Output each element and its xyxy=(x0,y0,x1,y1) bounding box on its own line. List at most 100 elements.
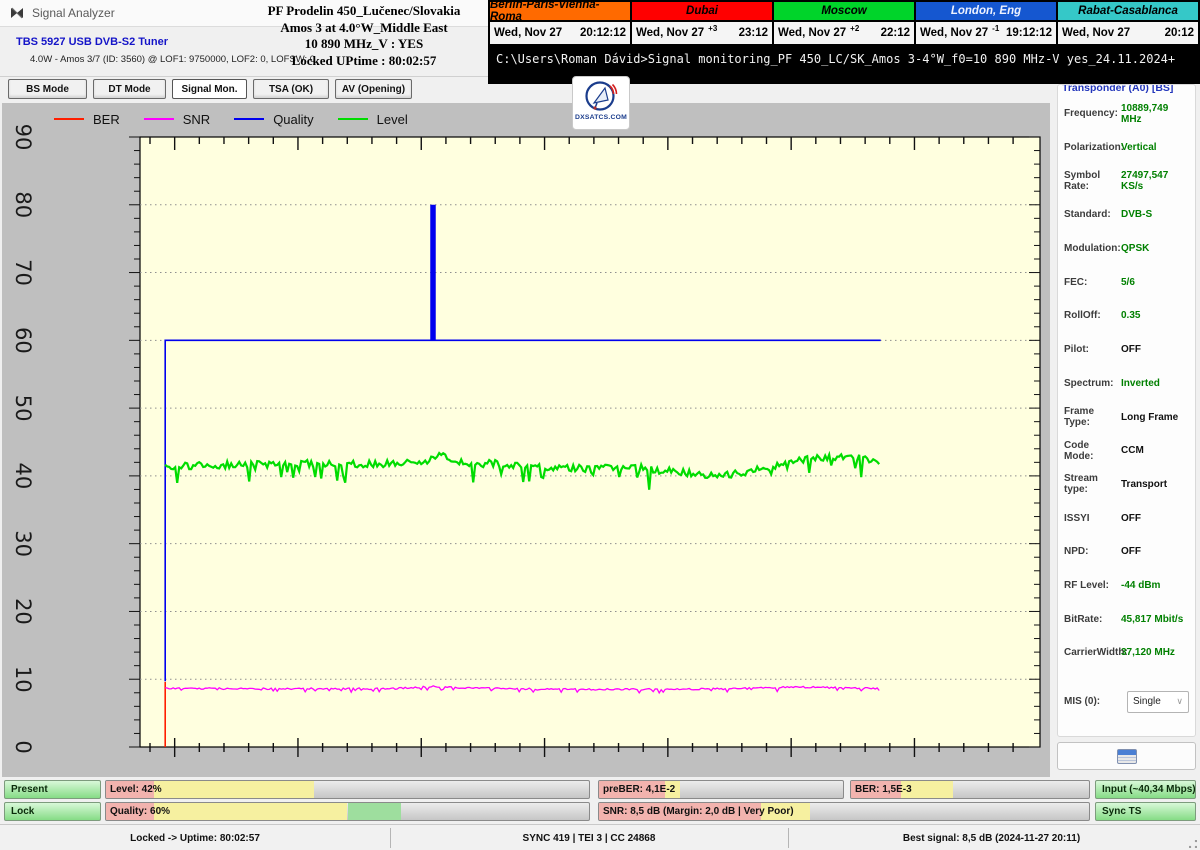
transponder-row-frame-type: Frame Type:Long Frame xyxy=(1058,400,1195,434)
site-header-line4: Locked UPtime : 80:02:57 xyxy=(240,53,488,70)
site-header-line3: 10 890 MHz_V : YES xyxy=(240,36,488,53)
clocks-console-panel: Berlin-Paris-Vienna-RomaDubaiMoscowLondo… xyxy=(488,0,1200,84)
clock-name-2: Dubai xyxy=(632,2,772,20)
divider xyxy=(0,76,488,77)
dxsatcs-logo: DXSATCS.COM xyxy=(572,76,630,130)
app-icon xyxy=(9,5,25,21)
mis-value: Single xyxy=(1133,696,1161,707)
transponder-card: Transponder (A0) [BS] Frequency:10889,74… xyxy=(1057,84,1196,737)
transponder-row-bitrate: BitRate:45,817 Mbit/s xyxy=(1058,602,1195,636)
svg-text:50: 50 xyxy=(11,395,35,422)
svg-text:10: 10 xyxy=(11,666,35,693)
legend-item-quality: Quality xyxy=(234,112,313,127)
world-clocks: Berlin-Paris-Vienna-RomaDubaiMoscowLondo… xyxy=(488,0,1200,46)
mode-tabs: BS Mode DT Mode Signal Mon. TSA (OK) AV (Ope… xyxy=(0,79,488,101)
preber-label: preBER: 4,1E-2 xyxy=(603,781,675,798)
transponder-row-code-mode: Code Mode:CCM xyxy=(1058,434,1195,468)
transponder-row-fec: FEC:5/6 xyxy=(1058,265,1195,299)
legend-item-snr: SNR xyxy=(144,112,210,127)
snr-label: SNR: 8,5 dB (Margin: 2,0 dB | Very Poor) xyxy=(603,803,794,820)
svg-text:0: 0 xyxy=(11,740,35,753)
satellite-dish-icon xyxy=(584,79,618,113)
tab-signal-mon[interactable]: Signal Mon. xyxy=(172,79,247,99)
clock-name-5: Rabat-Casablanca xyxy=(1058,2,1198,20)
present-badge: Present xyxy=(4,780,101,799)
clock-time-4: Wed, Nov 27-119:12:12 xyxy=(916,22,1056,44)
tab-bs-mode[interactable]: BS Mode xyxy=(8,79,87,99)
console-prompt: C:\Users\Roman Dávid>Signal monitoring_P… xyxy=(496,52,1196,66)
transponder-row-spectrum: Spectrum:Inverted xyxy=(1058,367,1195,401)
signal-chart: 0 10 20 30 40 50 60 70 80 90 xyxy=(2,103,1050,777)
legend-item-ber: BER xyxy=(54,112,120,127)
mis-label: MIS (0): xyxy=(1064,696,1121,707)
chart-legend: BER SNR Quality Level xyxy=(54,110,408,128)
site-header-line2: Amos 3 at 4.0°W_Middle East xyxy=(240,20,488,37)
clock-time-5: Wed, Nov 2720:12 xyxy=(1058,22,1198,44)
quality-label: Quality: 60% xyxy=(110,803,170,820)
statusbar: Locked -> Uptime: 80:02:57 SYNC 419 | TE… xyxy=(0,824,1200,850)
clock-time-3: Wed, Nov 27+222:12 xyxy=(774,22,914,44)
site-header-line1: PF Prodelin 450_Lučenec/Slovakia xyxy=(240,3,488,20)
transponder-row-modulation: Modulation:QPSK xyxy=(1058,232,1195,266)
transponder-row-carrierwidth: CarrierWidth:37,120 MHz xyxy=(1058,636,1195,670)
status-uptime: Locked -> Uptime: 80:02:57 xyxy=(0,825,390,850)
legend-item-level: Level xyxy=(338,112,408,127)
clock-time-1: Wed, Nov 2720:12:12 xyxy=(490,22,630,44)
status-sync-counters: SYNC 419 | TEI 3 | CC 24868 xyxy=(390,825,788,850)
transponder-row-issyi: ISSYIOFF xyxy=(1058,501,1195,535)
svg-text:90: 90 xyxy=(11,124,35,151)
lock-badge: Lock xyxy=(4,802,101,821)
clock-name-4: London, Eng xyxy=(916,2,1056,20)
mis-dropdown[interactable]: Single ∨ xyxy=(1127,691,1189,713)
svg-text:80: 80 xyxy=(11,191,35,218)
transponder-row-stream-type: Stream type:Transport xyxy=(1058,468,1195,502)
svg-text:40: 40 xyxy=(11,463,35,490)
transponder-header: Transponder (A0) [BS] xyxy=(1058,85,1195,97)
dxsatcs-text: DXSATCS.COM xyxy=(575,114,627,121)
transponder-row-frequency: Frequency:10889,749 MHz xyxy=(1058,97,1195,131)
svg-text:70: 70 xyxy=(11,259,35,286)
snr-progressbar: SNR: 8,5 dB (Margin: 2,0 dB | Very Poor) xyxy=(598,802,1090,821)
tuner-name: TBS 5927 USB DVB-S2 Tuner xyxy=(16,36,168,48)
resize-grip[interactable] xyxy=(1189,840,1197,848)
window-title: Signal Analyzer xyxy=(32,6,115,20)
indicator-row-1: Present Level: 42% preBER: 4,1E-2 BER: 1… xyxy=(0,780,1200,799)
sync-badge: Sync TS xyxy=(1095,802,1196,821)
mis-row: MIS (0): Single ∨ xyxy=(1058,690,1195,714)
preber-progressbar: preBER: 4,1E-2 xyxy=(598,780,844,799)
transponder-row-npd: NPD:OFF xyxy=(1058,535,1195,569)
svg-text:20: 20 xyxy=(11,598,35,625)
svg-text:30: 30 xyxy=(11,530,35,557)
svg-text:60: 60 xyxy=(11,327,35,354)
chart-panel: 0 10 20 30 40 50 60 70 80 90 BER SNR Quality Level xyxy=(2,103,1050,777)
level-progressbar: Level: 42% xyxy=(105,780,590,799)
transponder-row-rf-level: RF Level:-44 dBm xyxy=(1058,569,1195,603)
chevron-down-icon: ∨ xyxy=(1176,696,1183,707)
transponder-row-standard: Standard:DVB-S xyxy=(1058,198,1195,232)
signal-analyzer-window: Signal Analyzer TBS 5927 USB DVB-S2 Tune… xyxy=(0,0,1200,850)
clock-name-3: Moscow xyxy=(774,2,914,20)
input-badge: Input (~40,34 Mbps) xyxy=(1095,780,1196,799)
drive-icon xyxy=(1117,749,1137,764)
transponder-row-pilot: Pilot:OFF xyxy=(1058,333,1195,367)
legend-swatch-snr xyxy=(144,118,174,120)
tab-av-opening[interactable]: AV (Opening) xyxy=(335,79,412,99)
transponder-row-rolloff: RollOff:0.35 xyxy=(1058,299,1195,333)
clock-name-1: Berlin-Paris-Vienna-Roma xyxy=(490,2,630,20)
quality-progressbar: Quality: 60% xyxy=(105,802,590,821)
transponder-row-symbol-rate: Symbol Rate:27497,547 KS/s xyxy=(1058,164,1195,198)
transponder-row-polarization: Polarization:Vertical xyxy=(1058,131,1195,165)
legend-swatch-quality xyxy=(234,118,264,120)
transponder-rows: Frequency:10889,749 MHzPolarization:Vert… xyxy=(1058,97,1195,670)
level-label: Level: 42% xyxy=(110,781,162,798)
ber-progressbar: BER: 1,5E-3 xyxy=(850,780,1090,799)
legend-swatch-level xyxy=(338,118,368,120)
tab-tsa-ok[interactable]: TSA (OK) xyxy=(253,79,329,99)
site-header: PF Prodelin 450_Lučenec/Slovakia Amos 3 … xyxy=(240,3,488,75)
tab-dt-mode[interactable]: DT Mode xyxy=(93,79,166,99)
device-button[interactable] xyxy=(1057,742,1196,770)
legend-swatch-ber xyxy=(54,118,84,120)
clock-time-2: Wed, Nov 27+323:12 xyxy=(632,22,772,44)
indicator-row-2: Lock Quality: 60% SNR: 8,5 dB (Margin: 2… xyxy=(0,802,1200,821)
ber-label: BER: 1,5E-3 xyxy=(855,781,912,798)
